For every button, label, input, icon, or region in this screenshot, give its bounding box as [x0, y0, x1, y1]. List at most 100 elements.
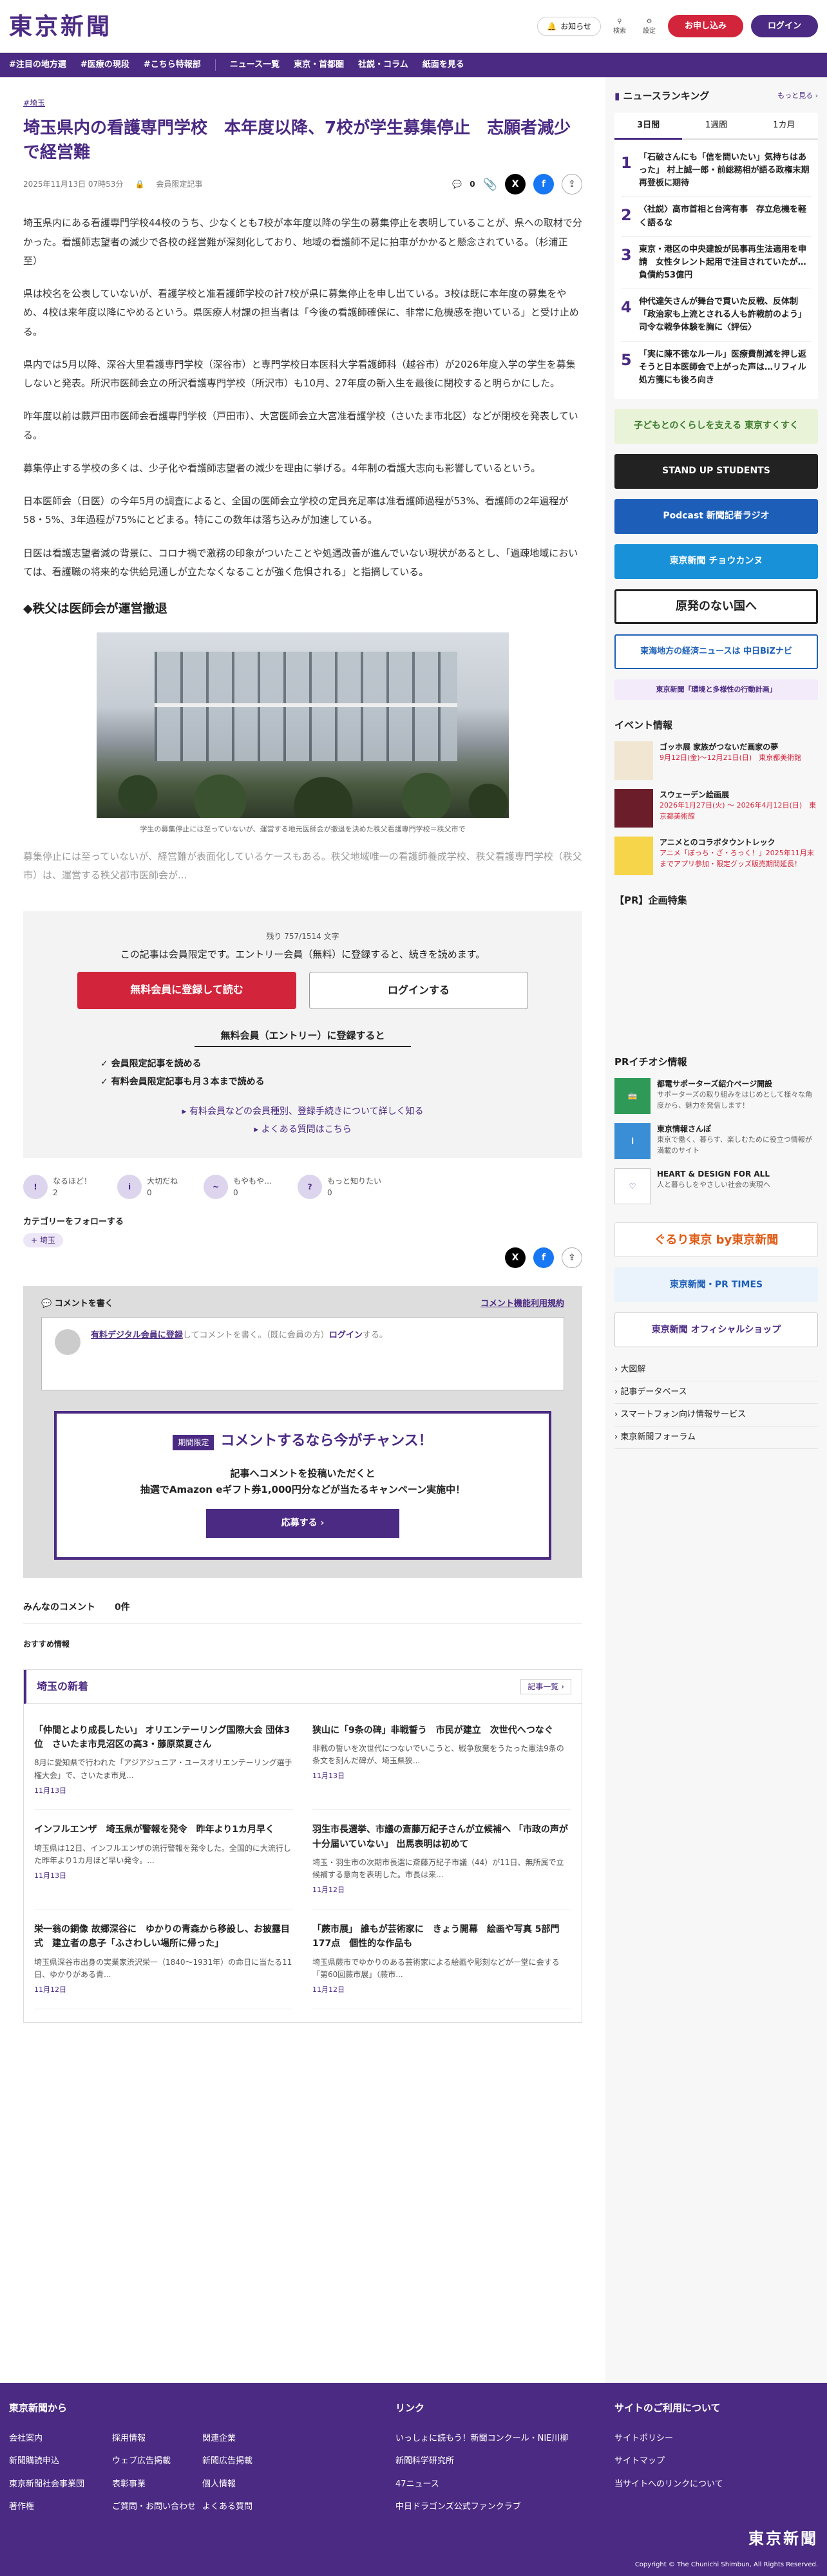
news-more-button[interactable]: 記事一覧 ›: [520, 1678, 571, 1694]
banner-standup-students[interactable]: STAND UP STUDENTS: [614, 453, 818, 489]
event-item[interactable]: スウェーデン絵画展 2026年1月27日(火) ～ 2026年4月12日(日) 東…: [614, 789, 818, 828]
register-free-button[interactable]: 無料会員に登録して読む: [77, 972, 296, 1010]
banner-choukannu[interactable]: 東京新聞 チョウカンヌ: [614, 544, 818, 579]
faq-link[interactable]: ▸ よくある質問はこちら: [75, 1121, 531, 1139]
facebook-share-icon[interactable]: f: [533, 174, 554, 195]
footer-link[interactable]: 関連企業: [202, 2432, 292, 2445]
news-item[interactable]: 「蕨市展」 誰もが芸術家に きょう開幕 絵画や写真 5部門177点 個性的な作品…: [312, 1909, 571, 2009]
banner-official-shop[interactable]: 東京新聞 オフィシャルショップ: [614, 1312, 818, 1348]
news-item[interactable]: インフルエンザ 埼玉県が警報を発令 昨年より1カ月早く 埼玉県は12日、インフルエ…: [34, 1810, 293, 1909]
news-item[interactable]: 狭山に「9条の碑」非戦誓う 市民が建立 次世代へつなぐ 非戦の誓いを次世代につない…: [312, 1710, 571, 1810]
banner-action-plan[interactable]: 東京新聞「環境と多様性の行動計画」: [614, 679, 818, 700]
tram-icon: 🚋: [614, 1078, 651, 1115]
nav-item-tokuhou[interactable]: #こちら特報部: [144, 59, 201, 71]
footer-link[interactable]: 新聞科学研究所: [395, 2455, 589, 2468]
nav-item-news-list[interactable]: ニュース一覧: [230, 59, 280, 71]
reaction-moyamoya[interactable]: ~ もやもや… 0: [204, 1174, 272, 1199]
pr-item[interactable]: i 東京情報さんぽ 東京で働く、暮らす、楽しむために役立つ情報が満載のサイト: [614, 1123, 818, 1160]
apply-button[interactable]: お申し込み: [667, 14, 743, 38]
share-icon[interactable]: ⇪: [562, 174, 582, 195]
side-link-zukai[interactable]: › 大図解: [614, 1359, 818, 1382]
ranking-item[interactable]: 3 東京・港区の中央建設が民事再生法適用を申請 女性タレント起用で注目されていたが…: [621, 237, 812, 290]
footer-link[interactable]: 採用情報: [112, 2432, 202, 2445]
comment-icon[interactable]: 💬: [452, 178, 462, 190]
search-button[interactable]: ⚲ 検索: [609, 17, 631, 36]
footer-link[interactable]: よくある質問: [202, 2501, 292, 2514]
footer-link[interactable]: ご質問・お問い合わせ: [112, 2501, 202, 2514]
main-nav: #注目の地方選 #医療の現段 #こちら特報部 ニュース一覧 東京・首都圏 社説・…: [0, 53, 827, 77]
nav-item-local-election[interactable]: #注目の地方選: [9, 59, 66, 71]
banner-sukusuku[interactable]: 子どもとのくらしを支える 東京すくすく: [614, 408, 818, 444]
footer-link[interactable]: サイトマップ: [614, 2455, 723, 2468]
nav-item-medical[interactable]: #医療の現段: [81, 59, 129, 71]
ranking-more-link[interactable]: もっと見る ›: [777, 91, 818, 102]
footer-link[interactable]: 会社案内: [9, 2432, 112, 2445]
membership-info-link[interactable]: ▸ 有料会員などの会員種別、登録手続きについて詳しく知る: [75, 1103, 531, 1121]
footer-link[interactable]: 中日ドラゴンズ公式ファンクラブ: [395, 2501, 589, 2514]
nav-item-paper[interactable]: 紙面を見る: [423, 59, 464, 71]
benefit-item: ✓ 会員限定記事を読める: [100, 1058, 202, 1069]
follow-chip-saitama[interactable]: + 埼玉: [23, 1233, 63, 1248]
tab-1month[interactable]: 1カ月: [750, 113, 818, 140]
footer-link[interactable]: ウェブ広告掲載: [112, 2455, 202, 2468]
footer-link[interactable]: 表彰事業: [112, 2478, 202, 2491]
share-icon[interactable]: ⇪: [562, 1247, 582, 1269]
news-item[interactable]: 栄一翁の銅像 故郷深谷に ゆかりの青森から移設し、お披露目式 建立者の息子「ふさ…: [34, 1909, 293, 2009]
banner-bizunavi[interactable]: 東海地方の経済ニュースは 中日BiZナビ: [614, 634, 818, 669]
clip-icon[interactable]: 📎: [483, 176, 497, 193]
side-link-forum[interactable]: › 東京新聞フォーラム: [614, 1426, 818, 1449]
news-item[interactable]: 羽生市長選挙、市議の斎藤万紀子さんが立候補へ 「市政の声が十分届いていない」 出…: [312, 1810, 571, 1909]
footer-link[interactable]: いっしょに読もう！新聞コンクール・NIE川柳: [395, 2432, 589, 2445]
event-item[interactable]: ゴッホ展 家族がつないだ画家の夢 9月12日(金)～12月21日(日) 東京都美術…: [614, 741, 818, 781]
tab-1week[interactable]: 1週間: [682, 113, 750, 140]
campaign-title: コメントするなら今がチャンス！: [220, 1432, 433, 1449]
footer-link[interactable]: 個人情報: [202, 2478, 292, 2491]
banner-podcast[interactable]: Podcast 新聞記者ラジオ: [614, 498, 818, 534]
footer-link[interactable]: 新聞購読申込: [9, 2455, 112, 2468]
settings-button[interactable]: ⚙ 設定: [638, 17, 660, 36]
footer-link[interactable]: 著作権: [9, 2501, 112, 2514]
comment-rules-link[interactable]: コメント機能利用規約: [480, 1298, 564, 1311]
side-link-database[interactable]: › 記事データベース: [614, 1381, 818, 1405]
article-title: 埼玉県内の看護専門学校 本年度以降、7校が学生募集停止 志願者減少で経営難: [23, 118, 571, 162]
ranking-item[interactable]: 2 〈社説〉高市首相と台湾有事 存立危機を軽く語るな: [621, 197, 812, 237]
reaction-taisetsu[interactable]: i 大切だね 0: [117, 1174, 178, 1199]
nav-item-tokyo[interactable]: 東京・首都圏: [294, 59, 344, 71]
ranking-item[interactable]: 1 「石破さんにも「信を問いたい」気持ちはあった」 村上誠一郎・前総務相が語る政権…: [621, 145, 818, 198]
news-item[interactable]: 「仲間とより成長したい」 オリエンテーリング国際大会 団体3位 さいたま市見沼区…: [34, 1710, 293, 1810]
comment-input[interactable]: 有料デジタル会員に登録してコメントを書く。（既に会員の方）ログインする。: [41, 1316, 564, 1390]
footer-link[interactable]: 当サイトへのリンクについて: [614, 2478, 723, 2491]
paid-register-link[interactable]: 有料デジタル会員に登録: [91, 1331, 183, 1340]
article-tag[interactable]: #埼玉: [23, 99, 45, 108]
footer-link[interactable]: サイトポリシー: [614, 2432, 723, 2445]
banner-prtimes[interactable]: 東京新聞・PR TIMES: [614, 1267, 818, 1303]
apply-campaign-button[interactable]: 応募する ›: [206, 1508, 399, 1538]
paywall-login-button[interactable]: ログインする: [309, 972, 528, 1010]
reaction-naruhodo[interactable]: ! なるほど！ 2: [23, 1174, 91, 1199]
article-body: 埼玉県内にある看護専門学校44校のうち、少なくとも7校が本年度以降の学生の募集停…: [23, 214, 582, 885]
article-fade-text: 募集停止には至っていないが、経営難が表面化しているケースもある。秩父地域唯一の看…: [23, 851, 582, 882]
login-button[interactable]: ログイン: [750, 14, 818, 38]
ranking-item[interactable]: 5 「実に陳不徳なルール」医療費削減を押し返そうと日本医師会で上がった声は…リフィ…: [621, 342, 812, 393]
x-share-icon[interactable]: X: [505, 1247, 526, 1269]
footer-logo[interactable]: 東京新聞: [748, 2527, 818, 2550]
footer-link[interactable]: 47ニュース: [395, 2478, 589, 2491]
event-item[interactable]: アニメとのコラボタウントレック アニメ「ぼっち・ざ・ろっく！」2025年11月末ま…: [614, 837, 818, 876]
nav-item-editorial[interactable]: 社説・コラム: [358, 59, 408, 71]
notice-button[interactable]: 🔔 お知らせ: [537, 16, 601, 36]
reaction-motto[interactable]: ? もっと知りたい 0: [298, 1174, 381, 1199]
footer-link[interactable]: 新聞広告掲載: [202, 2455, 292, 2468]
comment-login-link[interactable]: ログイン: [329, 1331, 363, 1340]
pr-item[interactable]: ♡ HEART & DESIGN FOR ALL 人と暮らしをやさしい社会の実現へ: [614, 1168, 818, 1205]
facebook-share-icon[interactable]: f: [533, 1247, 554, 1269]
banner-gururi-tokyo[interactable]: ぐるり東京 by東京新聞: [614, 1222, 818, 1258]
tab-3days[interactable]: 3日間: [614, 113, 683, 140]
x-share-icon[interactable]: X: [505, 174, 526, 195]
site-logo[interactable]: 東京新聞: [9, 9, 112, 44]
banner-genpatsu[interactable]: 原発のない国へ: [614, 589, 818, 624]
footer-link[interactable]: 東京新聞社会事業団: [9, 2478, 112, 2491]
side-link-smartphone[interactable]: › スマートフォン向け情報サービス: [614, 1404, 818, 1426]
pr-item-body: サポーターズの取り組みをはじめとして様々な角度から、魅力を発信します！: [657, 1090, 813, 1110]
pr-item[interactable]: 🚋 都電サポーターズ紹介ページ開設 サポーターズの取り組みをはじめとして様々な角度か…: [614, 1078, 818, 1115]
ranking-item[interactable]: 4 仲代達矢さんが舞台で貫いた反戦、反体制「政治家も上流とされる人も許戦前のよう」…: [621, 289, 812, 342]
